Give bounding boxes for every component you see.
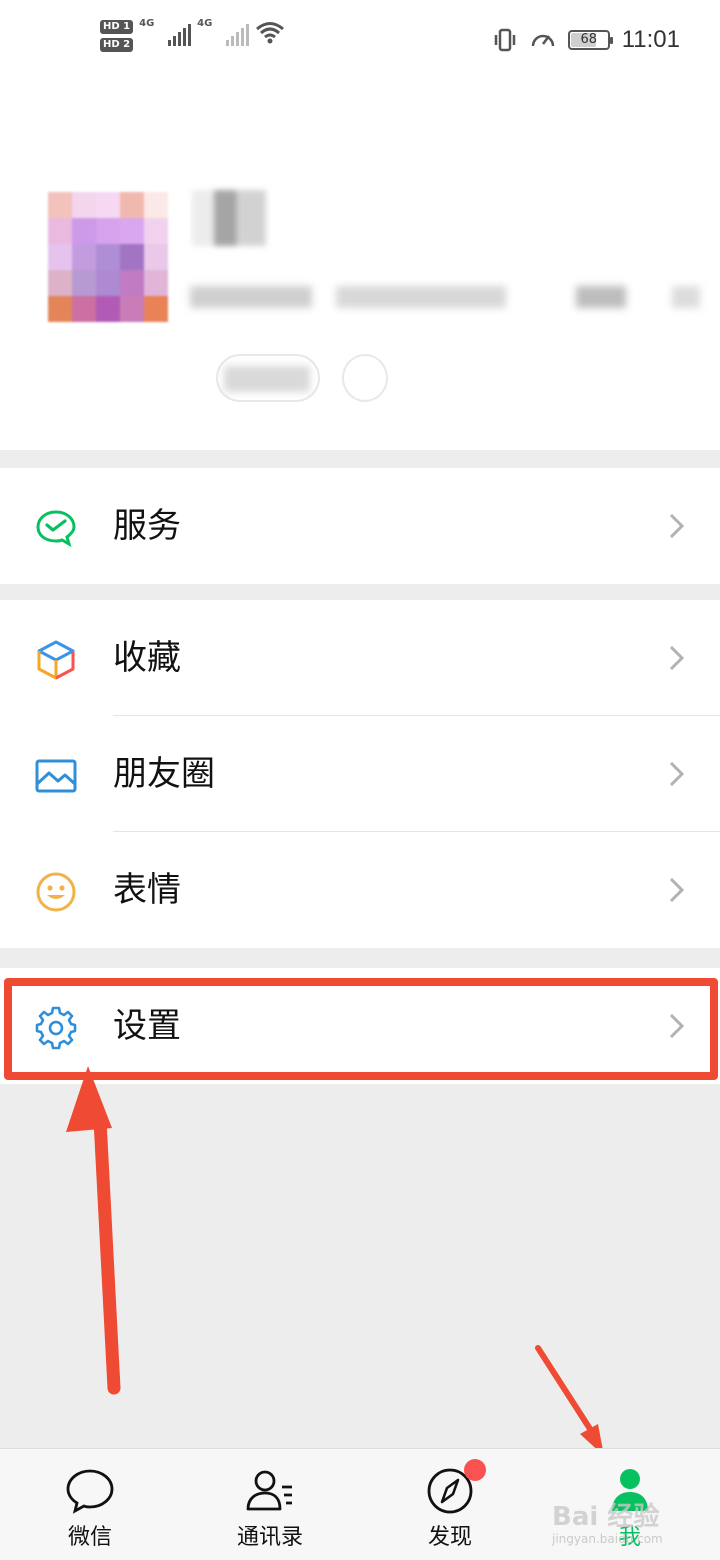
wechat-pay-icon (36, 510, 76, 548)
menu-label-moments: 朋友圈 (113, 754, 215, 794)
chevron-right-icon[interactable] (672, 286, 700, 308)
menu-label-services: 服务 (113, 506, 181, 546)
chevron-right-icon (669, 513, 685, 539)
chevron-right-icon (669, 645, 685, 671)
qr-code-icon[interactable] (576, 286, 626, 308)
annotation-arrow-down (535, 1345, 604, 1456)
blurred-nickname (192, 190, 266, 246)
menu-item-moments[interactable]: 朋友圈 (0, 716, 720, 832)
smiley-icon (36, 872, 76, 912)
status-bar-left: HD 1 HD 2 4G 4G (100, 18, 285, 52)
profile-header[interactable] (0, 86, 720, 450)
contacts-icon (246, 1470, 292, 1511)
network-type-2: 4G (197, 18, 213, 29)
add-status-button[interactable] (342, 354, 388, 402)
wifi-icon (256, 22, 285, 44)
battery-level: 68 (580, 32, 597, 47)
signal-icon-2: 4G (197, 18, 250, 46)
battery-icon: 68 (567, 30, 613, 50)
chat-bubble-icon (66, 1469, 114, 1514)
blurred-wechat-id (190, 286, 312, 308)
menu-group-main: 收藏 朋友圈 表情 (0, 600, 720, 948)
vibrate-icon (494, 28, 515, 52)
picture-icon (35, 759, 77, 793)
status-bar: HD 1 HD 2 4G 4G 68 11:01 (0, 0, 720, 86)
signal-icon-1: 4G (139, 18, 192, 46)
menu-label-stickers: 表情 (113, 870, 181, 910)
network-type-1: 4G (139, 18, 155, 29)
annotation-highlight-box (4, 978, 718, 1080)
tab-contacts[interactable]: 通讯录 (180, 1449, 360, 1560)
status-button[interactable] (216, 354, 320, 402)
blurred-wechat-id-value (336, 286, 506, 308)
hd-badge-2: HD 2 (100, 38, 134, 52)
tab-chats[interactable]: 微信 (0, 1449, 180, 1560)
annotation-arrow-up (66, 1066, 121, 1395)
baidu-watermark-url: jingyan.baidu.com (552, 1532, 663, 1546)
chevron-right-icon (669, 877, 685, 903)
discover-badge-dot (464, 1459, 486, 1481)
cube-icon (37, 640, 75, 680)
menu-item-stickers[interactable]: 表情 (0, 832, 720, 948)
tab-label-contacts: 通讯录 (236, 1525, 303, 1550)
menu-group-services: 服务 (0, 468, 720, 584)
clock: 11:01 (621, 26, 680, 53)
tab-label-discover: 发现 (427, 1525, 472, 1550)
tab-discover[interactable]: 发现 (360, 1449, 540, 1560)
chevron-right-icon (669, 761, 685, 787)
status-bar-right: 68 11:01 (492, 26, 680, 54)
menu-item-services[interactable]: 服务 (0, 468, 720, 584)
hd-badge-1: HD 1 (100, 20, 134, 34)
tab-label-chats: 微信 (67, 1525, 112, 1550)
speedometer-icon (531, 34, 554, 47)
baidu-watermark: Bai 经验 (552, 1502, 660, 1532)
menu-item-favorites[interactable]: 收藏 (0, 600, 720, 716)
menu-label-favorites: 收藏 (113, 638, 181, 678)
avatar[interactable] (48, 192, 168, 322)
